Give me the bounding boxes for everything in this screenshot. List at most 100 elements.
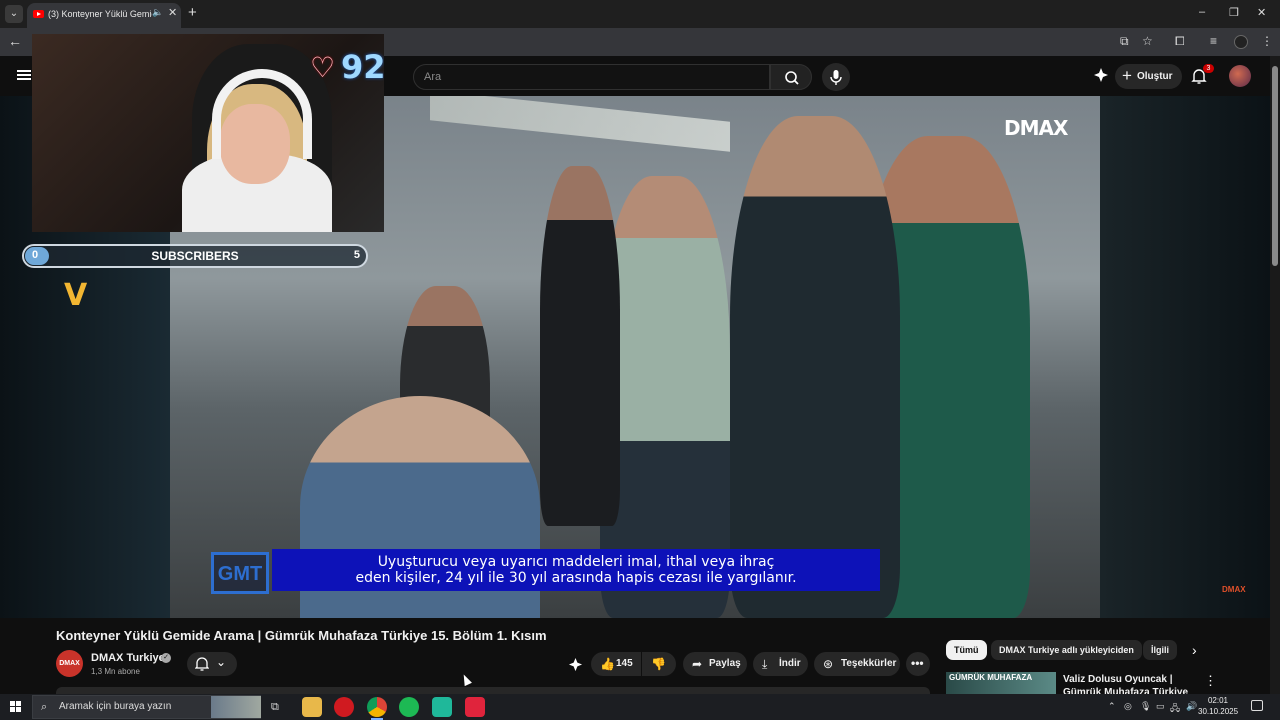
download-button[interactable]: ⤓ İndir <box>753 652 808 676</box>
chip-all[interactable]: Tümü <box>946 640 987 660</box>
chrome-icon[interactable] <box>367 697 387 720</box>
subscriber-goal-label: SUBSCRIBERS <box>151 249 239 263</box>
browser-tab[interactable]: (3) Konteyner Yüklü Gemide Arama | Gümrü… <box>27 3 181 28</box>
speaker-icon[interactable]: 🔈 <box>152 7 163 18</box>
close-window-button[interactable]: ✕ <box>1257 6 1266 19</box>
search-icon: ⌕ <box>41 701 48 713</box>
scrollbar-thumb[interactable] <box>1272 66 1278 266</box>
tray-volume-icon[interactable]: 🔊 <box>1186 701 1197 712</box>
dislike-button[interactable]: 👎 <box>642 652 676 676</box>
share-arrow-icon: ➦ <box>692 657 703 671</box>
mouse-cursor-icon <box>460 672 472 687</box>
search-input[interactable] <box>413 64 770 90</box>
taskbar-search-placeholder: Aramak için buraya yazın <box>59 701 172 712</box>
notification-center-icon[interactable] <box>1251 700 1263 711</box>
chevron-right-icon[interactable]: › <box>1192 642 1197 658</box>
sparkle-ask-icon[interactable] <box>568 657 583 672</box>
minimize-button[interactable]: – <box>1199 6 1205 18</box>
related-more-icon[interactable]: ⋮ <box>1204 673 1217 689</box>
user-avatar[interactable] <box>1229 65 1251 87</box>
hamburger-menu-icon[interactable] <box>17 70 31 80</box>
tab-close-icon[interactable]: ✕ <box>168 6 177 19</box>
ceiling-lights <box>430 96 730 152</box>
notification-count-badge: 3 <box>1203 64 1214 73</box>
back-arrow-icon[interactable]: ← <box>8 33 22 49</box>
media-controls-icon[interactable]: ≡ <box>1210 34 1217 48</box>
related-thumbnail-text: GÜMRÜK MUHAFAZA <box>949 673 1033 682</box>
description-box[interactable] <box>56 687 930 694</box>
dmax-watermark: DMAX <box>1004 116 1068 140</box>
page-scrollbar[interactable] <box>1270 56 1280 694</box>
create-label: Oluştur <box>1137 71 1173 82</box>
extensions-icon[interactable]: ⧠ <box>1175 34 1185 49</box>
tray-network-icon[interactable]: 🖧 <box>1170 701 1180 717</box>
restore-button[interactable]: ❐ <box>1229 6 1239 19</box>
opera-icon[interactable] <box>334 697 354 717</box>
subscriber-goal-bar: 0 SUBSCRIBERS 5 <box>22 244 368 268</box>
taskbar-search-box[interactable]: ⌕ Aramak için buraya yazın <box>32 695 261 719</box>
more-dots-icon: ••• <box>911 656 924 670</box>
tab-search-button[interactable]: ⌄ <box>5 5 23 23</box>
thanks-button[interactable]: ⊛ Teşekkürler <box>814 652 900 676</box>
clock-date: 30.10.2025 <box>1198 707 1239 716</box>
profile-avatar[interactable] <box>1234 35 1248 49</box>
tray-microphone-icon[interactable]: 🎙 <box>1140 701 1151 712</box>
browser-menu-icon[interactable]: ⋮ <box>1261 34 1273 48</box>
task-view-icon[interactable]: ⧉ <box>271 701 279 714</box>
share-label: Paylaş <box>709 658 741 669</box>
taskbar-clock[interactable]: 02:01 30.10.2025 <box>1198 695 1238 717</box>
like-button[interactable]: 👍 145 <box>591 652 641 676</box>
viewer-count: 92 <box>341 48 384 86</box>
new-tab-button[interactable]: + <box>188 4 197 21</box>
v-logo: V <box>64 278 88 313</box>
search-button[interactable] <box>770 64 812 90</box>
sparkle-icon[interactable] <box>1093 67 1109 83</box>
video-subtitle: Uyuşturucu veya uyarıcı maddeleri imal, … <box>272 549 880 591</box>
spotify-icon[interactable] <box>399 697 419 717</box>
dmax-corner-logo: DMAX <box>1222 585 1246 594</box>
tray-app-icon[interactable]: ◎ <box>1124 701 1132 712</box>
youtube-favicon-icon <box>33 10 44 18</box>
video-title: Konteyner Yüklü Gemide Arama | Gümrük Mu… <box>56 628 547 643</box>
headset <box>212 69 312 159</box>
subscription-bell-button[interactable]: ⌄ <box>187 652 237 676</box>
man-black-shirt <box>540 166 620 526</box>
like-count: 145 <box>616 658 633 669</box>
download-icon: ⤓ <box>762 657 768 671</box>
channel-name[interactable]: DMAX Turkiye <box>91 652 165 664</box>
subscriber-goal-target: 5 <box>353 249 360 261</box>
man-dark-shirt <box>730 116 900 618</box>
browser-tab-strip: ⌄ (3) Konteyner Yüklü Gemide Arama | Güm… <box>0 0 1280 28</box>
thumbs-down-icon: 👎 <box>651 657 666 671</box>
create-button[interactable]: + Oluştur <box>1115 64 1182 89</box>
chip-from-uploader[interactable]: DMAX Turkiye adlı yükleyiciden <box>991 640 1142 660</box>
channel-avatar[interactable]: DMAX <box>56 650 83 677</box>
related-video-thumbnail[interactable]: GÜMRÜK MUHAFAZA <box>946 672 1056 694</box>
related-video-title[interactable]: Valiz Dolusu Oyuncak | Gümrük Muhafaza T… <box>1063 673 1203 695</box>
bell-icon <box>195 657 209 671</box>
app-red-icon[interactable] <box>465 697 485 717</box>
cast-icon[interactable]: ⧉ <box>1120 34 1129 49</box>
channel-subscribers: 1,3 Mn abone <box>91 667 140 676</box>
share-button[interactable]: ➦ Paylaş <box>683 652 747 676</box>
tray-chevron-up-icon[interactable]: ⌃ <box>1108 701 1116 712</box>
windows-taskbar: ⌕ Aramak için buraya yazın ⧉ ⌃ ◎ 🎙 ▭ 🖧 🔊… <box>0 694 1280 720</box>
verified-check-icon: ✓ <box>161 653 171 663</box>
webcam-overlay: ♡ 92 <box>32 34 384 232</box>
app-green-icon[interactable] <box>432 697 452 717</box>
chip-related[interactable]: İlgili <box>1143 640 1177 660</box>
tray-display-icon[interactable]: ▭ <box>1156 701 1165 712</box>
file-explorer-icon[interactable] <box>302 697 322 717</box>
thanks-dollar-icon: ⊛ <box>823 657 834 671</box>
voice-search-button[interactable] <box>822 63 850 91</box>
search-icon <box>785 71 799 85</box>
more-actions-button[interactable]: ••• <box>906 652 930 676</box>
heart-icon: ♡ <box>310 52 336 83</box>
windows-start-icon[interactable] <box>10 701 22 713</box>
search-highlight-image <box>211 696 261 718</box>
clock-time: 02:01 <box>1207 696 1229 705</box>
chevron-down-icon: ⌄ <box>216 655 227 669</box>
bookmark-star-icon[interactable]: ☆ <box>1142 34 1153 48</box>
video-blur-right <box>1100 96 1270 618</box>
gmt-logo: GMT <box>211 552 269 594</box>
